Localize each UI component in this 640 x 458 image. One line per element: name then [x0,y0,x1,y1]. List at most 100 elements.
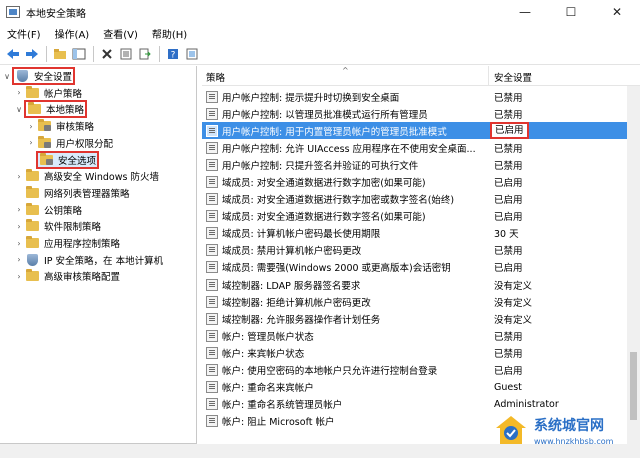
menu-file[interactable]: 文件(F) [0,26,48,41]
column-header-policy[interactable]: 策略 [206,70,225,84]
export-icon[interactable] [136,45,154,63]
policy-icon [206,312,218,325]
tree-item[interactable]: › 软件限制策略 [14,218,102,234]
policy-icon [206,346,218,359]
folder-up-icon[interactable] [51,45,69,63]
policy-setting: 没有定义 [494,280,533,292]
table-row[interactable]: 域控制器: 允许服务器操作者计划任务 没有定义 [202,310,627,327]
close-button[interactable]: ✕ [594,0,640,24]
policy-setting: 已禁用 [494,92,523,104]
chevron-down-icon[interactable]: ∨ [2,72,12,81]
help-icon[interactable]: ? [164,45,182,63]
maximize-button[interactable]: ☐ [548,0,594,24]
policy-name: 帐户: 管理员帐户状态 [222,331,314,343]
policy-setting: 已禁用 [494,246,523,258]
policy-icon [206,364,218,377]
toolbar-separator [159,45,160,62]
policy-setting: 已启用 [494,366,523,378]
menu-action[interactable]: 操作(A) [48,26,97,41]
tree-item-label: 审核策略 [56,122,95,134]
chevron-right-icon[interactable]: › [26,122,36,131]
table-row[interactable]: 帐户: 管理员帐户状态 已禁用 [202,327,627,344]
tree-item[interactable]: › IP 安全策略，在 本地计算机 [14,252,164,268]
tree-item[interactable]: › 用户权限分配 [26,135,114,151]
tree-item[interactable]: › 帐户策略 [14,85,83,101]
tree-item-label: 网络列表管理器策略 [44,188,130,200]
watermark-logo-icon [494,413,528,447]
table-row[interactable]: 用户帐户控制: 允许 UIAccess 应用程序在不使用安全桌面... 已禁用 [202,139,627,156]
tree-item-label: 公钥策略 [44,205,83,217]
table-row[interactable]: 域成员: 禁用计算机帐户密码更改 已禁用 [202,242,627,259]
chevron-right-icon[interactable]: › [14,239,24,248]
tree-item[interactable]: ∨ 安全设置 [2,67,76,85]
back-arrow-icon[interactable] [4,45,22,63]
vertical-scrollbar[interactable] [627,86,640,444]
view-icon[interactable] [183,45,201,63]
forward-arrow-icon[interactable] [23,45,41,63]
policy-setting: 没有定义 [494,314,533,326]
policy-name: 域成员: 对安全通道数据进行数字加密或数字签名(始终) [222,195,455,207]
policy-setting: 已启用 [494,178,523,190]
table-row[interactable]: 用户帐户控制: 以管理员批准模式运行所有管理员 已禁用 [202,105,627,122]
chevron-right-icon[interactable]: › [14,205,24,214]
chevron-right-icon[interactable]: › [26,138,36,147]
minimize-button[interactable]: — [502,0,548,24]
policy-setting: 已禁用 [494,143,523,155]
folder-icon [26,85,40,99]
table-row[interactable]: 域成员: 需要强(Windows 2000 或更高版本)会话密钥 已启用 [202,259,627,276]
policy-name: 帐户: 使用空密码的本地帐户只允许进行控制台登录 [222,366,438,378]
table-row[interactable]: 帐户: 来宾帐户状态 已禁用 [202,344,627,361]
console-tree-icon[interactable] [70,45,88,63]
policy-setting: 已禁用 [494,109,523,121]
policy-icon [206,381,218,394]
folder-icon [26,185,40,199]
chevron-right-icon[interactable]: › [14,88,24,97]
column-header-setting[interactable]: 安全设置 [494,70,532,84]
tree-item[interactable]: 网络列表管理器策略 [14,185,131,201]
table-row[interactable]: 域成员: 对安全通道数据进行数字加密(如果可能) 已启用 [202,173,627,190]
table-row[interactable]: 域控制器: 拒绝计算机帐户密码更改 没有定义 [202,293,627,310]
table-row[interactable]: 用户帐户控制: 只提升签名并验证的可执行文件 已禁用 [202,156,627,173]
table-row[interactable]: 帐户: 重命名来宾帐户 Guest [202,379,627,396]
tree-item[interactable]: › 审核策略 [26,118,95,134]
policy-setting: 已启用 [490,122,529,140]
shield-icon [16,70,30,82]
chevron-down-icon[interactable]: ∨ [14,105,24,114]
tree-item[interactable]: 安全选项 [26,150,100,169]
table-row[interactable]: 用户帐户控制: 用于内置管理员帐户的管理员批准模式 已启用 [202,122,627,140]
tree-item-label: 用户权限分配 [56,138,114,150]
policy-icon [206,141,218,154]
table-row[interactable]: 域成员: 计算机帐户密码最长使用期限 30 天 [202,225,627,242]
table-row[interactable]: 域成员: 对安全通道数据进行数字加密或数字签名(始终) 已启用 [202,191,627,208]
policy-name: 用户帐户控制: 允许 UIAccess 应用程序在不使用安全桌面... [222,143,476,155]
tree-item[interactable]: › 公钥策略 [14,202,83,218]
tree-item-label: 高级审核策略配置 [44,272,121,284]
table-row[interactable]: 帐户: 使用空密码的本地帐户只允许进行控制台登录 已启用 [202,362,627,379]
chevron-right-icon[interactable]: › [14,222,24,231]
policy-icon [206,107,218,120]
table-row[interactable]: 域控制器: LDAP 服务器签名要求 没有定义 [202,276,627,293]
tree-item[interactable]: › 高级安全 Windows 防火墙 [14,168,160,184]
tree-item[interactable]: › 应用程序控制策略 [14,235,121,251]
tree-item[interactable]: › 高级审核策略配置 [14,268,121,284]
policy-icon [206,278,218,291]
chevron-right-icon[interactable]: › [14,172,24,181]
window-title: 本地安全策略 [26,8,86,20]
policy-name: 域成员: 计算机帐户密码最长使用期限 [222,229,381,241]
properties-icon[interactable] [117,45,135,63]
locked-folder-icon [40,152,54,166]
tree-item-label: 应用程序控制策略 [44,239,121,250]
menu-help[interactable]: 帮助(H) [145,26,194,41]
chevron-right-icon[interactable]: › [14,255,24,264]
menu-view[interactable]: 查看(V) [96,26,145,41]
table-row[interactable]: 用户帐户控制: 提示提升时切换到安全桌面 已禁用 [202,88,627,105]
delete-icon[interactable] [98,45,116,63]
tree-item[interactable]: ∨ 本地策略 [14,100,88,119]
policy-setting: 已禁用 [494,331,523,343]
chevron-right-icon[interactable]: › [14,272,24,281]
column-divider[interactable] [488,66,489,86]
table-row[interactable]: 域成员: 对安全通道数据进行数字签名(如果可能) 已启用 [202,208,627,225]
folder-icon [28,102,42,115]
folder-icon [26,169,40,182]
watermark: 系统城官网 www.hnzkhbsb.com [494,402,640,458]
